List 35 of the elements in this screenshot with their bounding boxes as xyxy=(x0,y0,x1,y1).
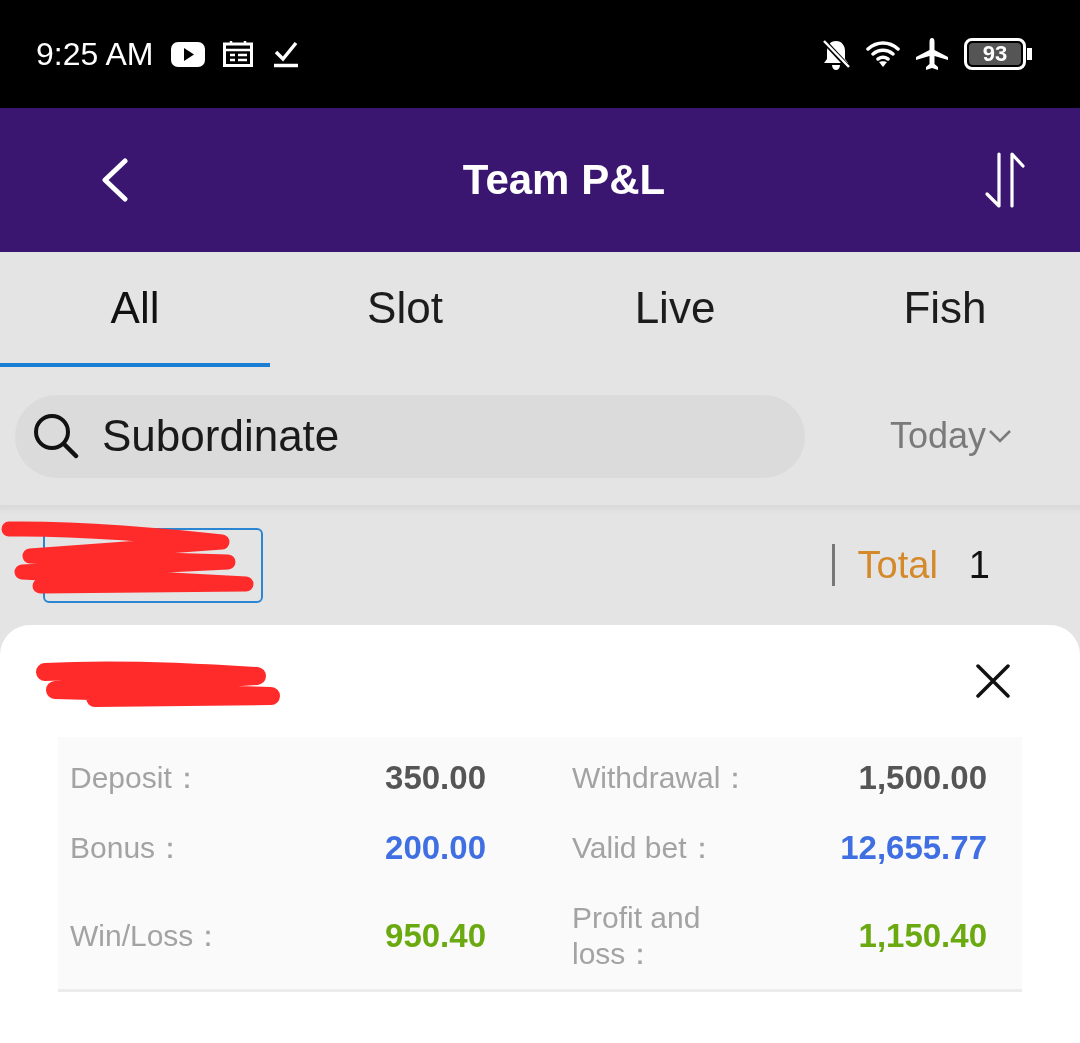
stat-value: 200.00 xyxy=(385,830,486,866)
stat-label: Deposit： xyxy=(70,760,202,796)
battery-percent: 93 xyxy=(969,43,1021,65)
chevron-down-icon xyxy=(988,429,1012,443)
search-icon xyxy=(33,412,79,459)
stat-label: Profit and loss： xyxy=(572,900,702,972)
category-tab[interactable]: Live xyxy=(540,252,810,367)
play-button-icon xyxy=(171,41,206,67)
category-tab[interactable]: Fish xyxy=(810,252,1080,367)
checkmark-icon xyxy=(273,40,300,68)
page-title: Team P&L xyxy=(462,156,666,204)
category-tab[interactable]: Slot xyxy=(270,252,540,367)
total-count: 1 xyxy=(968,543,990,587)
stat-value: 1,500.00 xyxy=(858,760,987,796)
member-chip[interactable] xyxy=(43,527,263,603)
close-icon xyxy=(976,664,1010,698)
stat-label: Bonus： xyxy=(70,830,186,866)
wifi-icon xyxy=(866,40,900,68)
total-label: Total xyxy=(857,543,938,587)
calendar-icon xyxy=(223,41,254,67)
back-chevron-icon xyxy=(100,158,130,202)
stat-value: 1,150.40 xyxy=(858,918,987,954)
airplane-icon xyxy=(915,37,949,71)
search-field[interactable]: Subordinate xyxy=(15,394,805,478)
stat-value: 950.40 xyxy=(385,918,486,954)
stat-label: Valid bet： xyxy=(572,830,717,866)
close-button[interactable] xyxy=(976,664,1010,698)
back-button[interactable] xyxy=(100,158,130,202)
stat-label: Win/Loss： xyxy=(70,918,224,954)
stat-label: Withdrawal： xyxy=(572,760,751,796)
bell-off-icon xyxy=(821,38,851,70)
stat-value: 12,655.77 xyxy=(840,830,987,866)
status-time: 9:25 AM xyxy=(36,35,154,73)
stat-value: 350.00 xyxy=(385,760,486,796)
category-tab[interactable]: All xyxy=(0,252,270,367)
